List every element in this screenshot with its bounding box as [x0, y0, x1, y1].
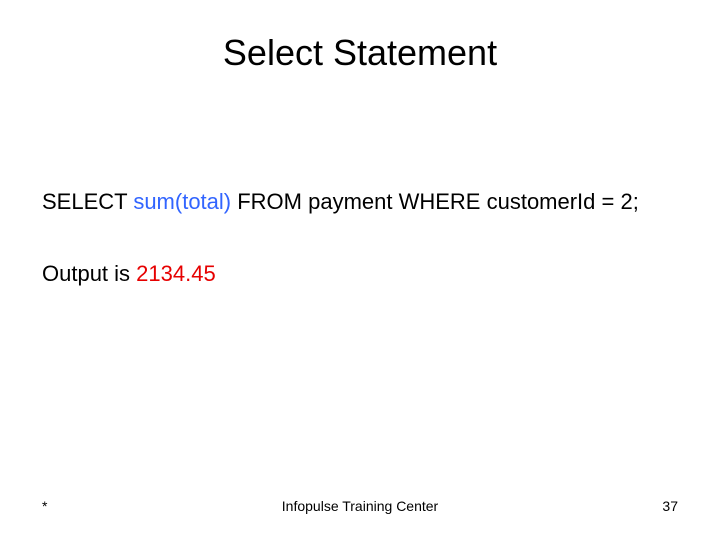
footer-center: Infopulse Training Center	[0, 498, 720, 514]
output-value: 2134.45	[136, 261, 216, 286]
slide-footer: * Infopulse Training Center 37	[0, 498, 720, 518]
slide: Select Statement SELECT sum(total) FROM …	[0, 0, 720, 540]
slide-body: SELECT sum(total) FROM payment WHERE cus…	[42, 188, 678, 287]
sql-select-keyword: SELECT	[42, 189, 133, 214]
sql-aggregate: sum(total)	[133, 189, 231, 214]
slide-title: Select Statement	[0, 32, 720, 74]
sql-statement: SELECT sum(total) FROM payment WHERE cus…	[42, 188, 678, 216]
output-label: Output is	[42, 261, 136, 286]
output-line: Output is 2134.45	[42, 260, 678, 288]
footer-page-number: 37	[662, 498, 678, 514]
sql-rest: FROM payment WHERE customerId = 2;	[231, 189, 639, 214]
